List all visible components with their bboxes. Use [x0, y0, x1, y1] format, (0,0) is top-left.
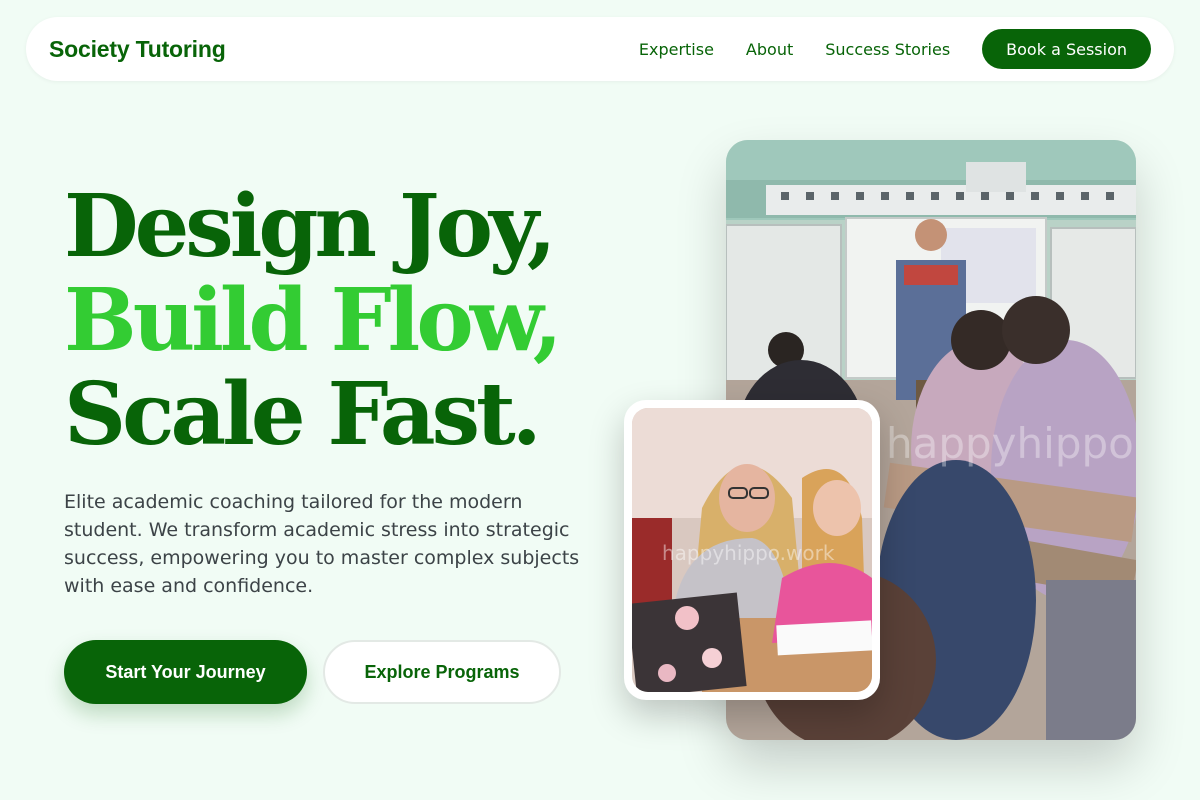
headline-line-2: Build Flow,	[64, 270, 563, 371]
headline-line-3: Scale Fast.	[64, 364, 542, 465]
hero-headline: Design Joy, Build Flow, Scale Fast.	[64, 176, 563, 465]
brand-logo[interactable]: Society Tutoring	[49, 36, 226, 63]
navbar: Society Tutoring Expertise About Success…	[26, 17, 1174, 81]
nav-link-success-stories[interactable]: Success Stories	[825, 40, 950, 59]
main-photo-watermark: happyhippo.work	[886, 419, 1136, 468]
headline-line-1: Design Joy,	[64, 176, 557, 277]
explore-programs-button[interactable]: Explore Programs	[323, 640, 561, 704]
nav-links: Expertise About Success Stories Book a S…	[639, 29, 1151, 69]
tutoring-photo: happyhippo.work	[632, 408, 872, 692]
nav-link-about[interactable]: About	[746, 40, 793, 59]
book-session-button[interactable]: Book a Session	[982, 29, 1151, 69]
small-photo-watermark: happyhippo.work	[662, 541, 835, 565]
start-journey-button[interactable]: Start Your Journey	[64, 640, 307, 704]
tutoring-photo-card: happyhippo.work	[624, 400, 880, 700]
hero-description: Elite academic coaching tailored for the…	[64, 491, 580, 597]
nav-link-expertise[interactable]: Expertise	[639, 40, 714, 59]
